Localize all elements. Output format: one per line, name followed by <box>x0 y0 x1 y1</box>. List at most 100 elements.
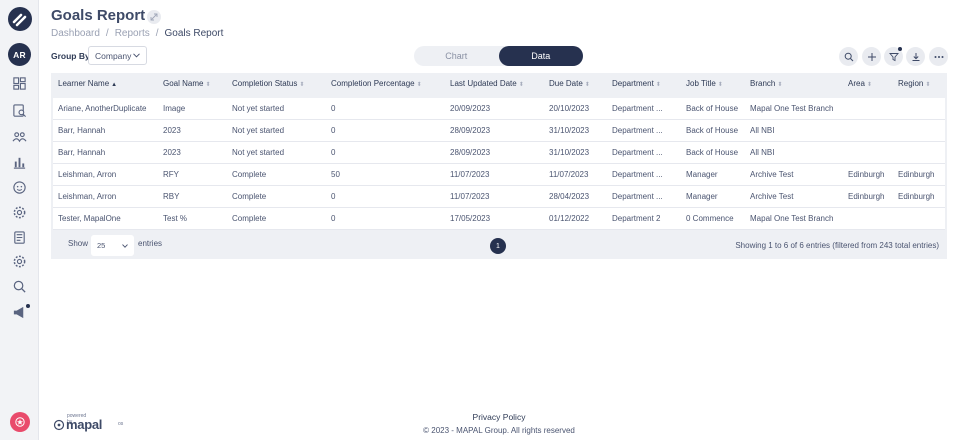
breadcrumb-separator: / <box>105 28 109 39</box>
cell-learner-name: Tester, MapalOne <box>58 214 121 223</box>
cell-completion-status: Complete <box>232 192 267 201</box>
column-header-last-updated-date[interactable]: Last Updated Date ⬍ <box>450 79 524 88</box>
search-button[interactable] <box>839 47 858 66</box>
table-row[interactable]: Leishman, Arron RBY Complete 0 11/07/2023 28/… <box>53 186 945 208</box>
cell-goal-name: 2023 <box>163 148 181 157</box>
cell-completion-status: Not yet started <box>232 126 285 135</box>
privacy-policy-link[interactable]: Privacy Policy <box>0 412 956 422</box>
cell-job-title: Back of House <box>686 148 739 157</box>
cell-due-date: 31/10/2023 <box>549 148 590 157</box>
column-header-due-date[interactable]: Due Date ⬍ <box>549 79 590 88</box>
breadcrumb-dashboard[interactable]: Dashboard <box>51 28 100 39</box>
app-logo-icon[interactable] <box>8 7 32 31</box>
cell-goal-name: RFY <box>163 170 179 179</box>
cell-last-updated-date: 28/09/2023 <box>450 126 491 135</box>
cell-due-date: 28/04/2023 <box>549 192 590 201</box>
megaphone-icon[interactable] <box>12 305 27 320</box>
table-row[interactable]: Tester, MapalOne Test % Complete 0 17/05/202… <box>53 208 945 230</box>
filter-active-dot <box>898 47 902 51</box>
goals-table: Learner Name ▲ Goal Name ⬍ Completion Stat… <box>51 73 947 259</box>
cell-goal-name: Test % <box>163 214 188 223</box>
column-header-job-title[interactable]: Job Title ⬍ <box>686 79 723 88</box>
settings-alt-icon[interactable] <box>12 254 27 269</box>
column-header-completion-percentage[interactable]: Completion Percentage ⬍ <box>331 79 422 88</box>
cell-department: Department ... <box>612 126 663 135</box>
document-icon[interactable] <box>12 230 27 245</box>
cell-completion-status: Complete <box>232 214 267 223</box>
cell-last-updated-date: 11/07/2023 <box>450 192 490 201</box>
breadcrumb-reports[interactable]: Reports <box>115 28 150 39</box>
cell-branch: All NBI <box>750 126 775 135</box>
column-header-area[interactable]: Area ⬍ <box>848 79 872 88</box>
bar-chart-icon[interactable] <box>12 155 27 170</box>
cell-department: Department ... <box>612 170 663 179</box>
search-icon[interactable] <box>12 279 27 294</box>
cell-branch: Mapal One Test Branch <box>750 214 834 223</box>
tab-data[interactable]: Data <box>498 46 583 66</box>
report-search-icon[interactable] <box>12 103 27 118</box>
column-header-branch[interactable]: Branch ⬍ <box>750 79 782 88</box>
cell-department: Department ... <box>612 104 663 113</box>
tab-chart[interactable]: Chart <box>414 46 499 66</box>
filter-icon <box>888 52 899 61</box>
copyright-text: © 2023 - MAPAL Group. All rights reserve… <box>423 426 575 435</box>
settings-icon[interactable] <box>12 205 27 220</box>
cell-completion-percentage: 50 <box>331 170 340 179</box>
group-by-label: Group By <box>51 51 90 61</box>
table-info: Showing 1 to 6 of 6 entries (filtered fr… <box>735 241 939 250</box>
notification-dot <box>26 304 30 308</box>
breadcrumb-current: Goals Report <box>164 28 224 39</box>
entries-label: entries <box>138 239 163 248</box>
cell-learner-name: Barr, Hannah <box>58 148 106 157</box>
table-row[interactable]: Ariane, AnotherDuplicate Image Not yet sta… <box>53 98 945 120</box>
cell-job-title: Back of House <box>686 126 739 135</box>
cell-goal-name: Image <box>163 104 186 113</box>
column-header-department[interactable]: Department ⬍ <box>612 79 661 88</box>
cell-due-date: 01/12/2022 <box>549 214 590 223</box>
cell-last-updated-date: 11/07/2023 <box>450 170 490 179</box>
column-header-completion-status[interactable]: Completion Status ⬍ <box>232 79 304 88</box>
page-size-select[interactable]: 25 <box>91 235 134 256</box>
dashboard-icon[interactable] <box>12 76 27 91</box>
download-icon <box>912 52 919 61</box>
plus-icon <box>867 52 876 61</box>
cell-department: Department ... <box>612 148 663 157</box>
cell-job-title: Manager <box>686 170 718 179</box>
expand-icon[interactable] <box>147 10 161 24</box>
cell-learner-name: Ariane, AnotherDuplicate <box>58 104 147 113</box>
cell-branch: Mapal One Test Branch <box>750 104 834 113</box>
cell-completion-percentage: 0 <box>331 148 336 157</box>
page-size-value: 25 <box>97 241 106 250</box>
chevron-down-icon <box>133 53 140 58</box>
table-body: Ariane, AnotherDuplicate Image Not yet sta… <box>53 98 945 230</box>
cell-job-title: 0 Commence <box>686 214 734 223</box>
table-row[interactable]: Leishman, Arron RFY Complete 50 11/07/2023 11… <box>53 164 945 186</box>
column-header-learner-name[interactable]: Learner Name ▲ <box>58 79 117 88</box>
cell-learner-name: Barr, Hannah <box>58 126 106 135</box>
face-icon[interactable] <box>12 180 27 195</box>
add-button[interactable] <box>862 47 881 66</box>
cell-completion-status: Not yet started <box>232 148 285 157</box>
cell-area: Edinburgh <box>848 170 885 179</box>
group-by-select[interactable]: Company <box>88 46 147 65</box>
table-row[interactable]: Barr, Hannah 2023 Not yet started 0 28/09/20… <box>53 142 945 164</box>
pagination-page-1[interactable]: 1 <box>490 238 506 254</box>
cell-completion-status: Not yet started <box>232 104 285 113</box>
column-header-region[interactable]: Region ⬍ <box>898 79 930 88</box>
cell-completion-percentage: 0 <box>331 104 336 113</box>
cell-region: Edinburgh <box>898 170 935 179</box>
cell-due-date: 11/07/2023 <box>549 170 589 179</box>
cell-due-date: 20/10/2023 <box>549 104 590 113</box>
cell-job-title: Back of House <box>686 104 739 113</box>
download-button[interactable] <box>906 47 925 66</box>
table-row[interactable]: Barr, Hannah 2023 Not yet started 0 28/09/20… <box>53 120 945 142</box>
avatar[interactable]: AR <box>8 43 31 66</box>
cell-department: Department 2 <box>612 214 661 223</box>
more-button[interactable] <box>929 47 948 66</box>
sidebar: AR <box>0 0 39 440</box>
column-header-goal-name[interactable]: Goal Name ⬍ <box>163 79 211 88</box>
people-icon[interactable] <box>12 129 27 144</box>
cell-completion-percentage: 0 <box>331 192 336 201</box>
cell-due-date: 31/10/2023 <box>549 126 590 135</box>
breadcrumb-separator: / <box>155 28 159 39</box>
